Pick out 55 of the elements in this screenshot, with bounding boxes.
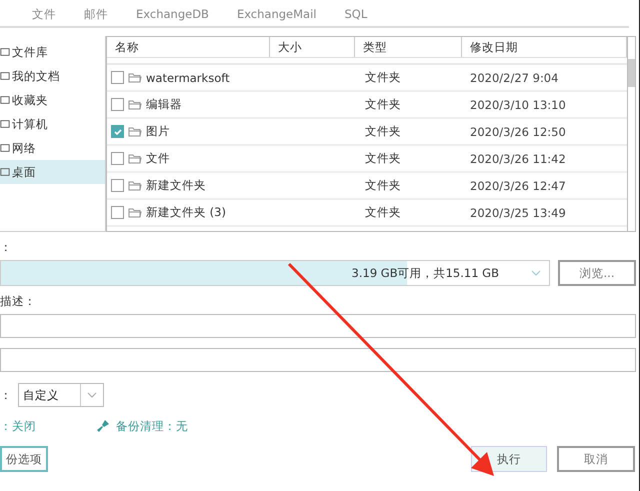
checkbox[interactable]: [111, 152, 124, 165]
column-header[interactable]: 类型: [355, 37, 462, 57]
checkbox[interactable]: [111, 179, 124, 192]
tab[interactable]: 邮件: [72, 4, 120, 24]
table-cell-text: 文件夹: [364, 205, 402, 220]
cancel-button[interactable]: 取消: [557, 446, 635, 472]
table-cell-text: 2020/2/27 9:04: [469, 70, 560, 84]
table-cell-text: 文件夹: [364, 124, 402, 139]
table-cell-text: 2020/3/10 13:10: [469, 98, 567, 112]
tab[interactable]: 文件: [20, 4, 68, 24]
sidebar-item[interactable]: 收藏夹: [0, 88, 105, 112]
chevron-icon: [531, 270, 541, 276]
field-label: ：: [0, 239, 13, 256]
disk-space-text: 3.19 GB可用，共15.11 GB: [352, 266, 500, 280]
sidebar-item[interactable]: 计算机: [0, 112, 105, 136]
sidebar-item[interactable]: 文件库: [0, 40, 105, 64]
destination-field[interactable]: 3.19 GB可用，共15.11 GB: [0, 260, 550, 286]
tab[interactable]: SQL: [332, 4, 380, 24]
mode-dropdown[interactable]: 自定义: [18, 383, 104, 407]
description-field[interactable]: [0, 314, 636, 338]
description-field[interactable]: [0, 348, 636, 372]
table-cell-text: 2020/3/25 13:49: [469, 206, 567, 220]
column-header[interactable]: 名称: [107, 37, 270, 57]
table-cell: 新建文件夹: [146, 178, 206, 193]
browse-button[interactable]: 浏览...: [558, 260, 636, 286]
checkbox[interactable]: [111, 71, 124, 84]
chevron-icon: [87, 392, 97, 398]
checkbox[interactable]: [111, 98, 124, 111]
options-button[interactable]: 份选项: [0, 446, 48, 472]
table-cell-text: 2020/3/26 12:50: [469, 124, 567, 138]
table-cell-text: 2020/3/26 12:47: [469, 178, 567, 192]
tab[interactable]: ExchangeDB: [124, 4, 221, 24]
table-cell-text: 文件夹: [364, 70, 402, 85]
checkbox[interactable]: [111, 125, 124, 138]
table-cell: 图片: [146, 124, 170, 139]
table-cell-text: 文件夹: [364, 178, 402, 193]
table-cell: watermarksoft: [146, 70, 230, 84]
field-label: ：: [0, 388, 12, 402]
table-cell-text: 文件夹: [364, 151, 402, 166]
field-label: 描述：: [0, 293, 37, 310]
checkbox[interactable]: [111, 206, 124, 219]
column-header[interactable]: 大小: [270, 37, 355, 57]
table-cell: 新建文件夹 (3): [146, 205, 226, 220]
table-cell: 文件: [146, 151, 170, 166]
tab[interactable]: ExchangeMail: [224, 4, 328, 24]
scrollbar[interactable]: [627, 36, 636, 232]
table-cell: 编辑器: [146, 97, 182, 112]
sidebar-item[interactable]: 网络: [0, 136, 105, 160]
column-header[interactable]: 修改日期: [462, 37, 627, 57]
table-cell-text: 文件夹: [364, 97, 402, 112]
sidebar-item[interactable]: 桌面: [0, 160, 105, 184]
brush-icon: [96, 419, 110, 433]
table-cell-text: 2020/3/26 11:42: [469, 152, 567, 166]
sidebar-item[interactable]: 我的文档: [0, 64, 105, 88]
check-icon: [112, 126, 122, 136]
